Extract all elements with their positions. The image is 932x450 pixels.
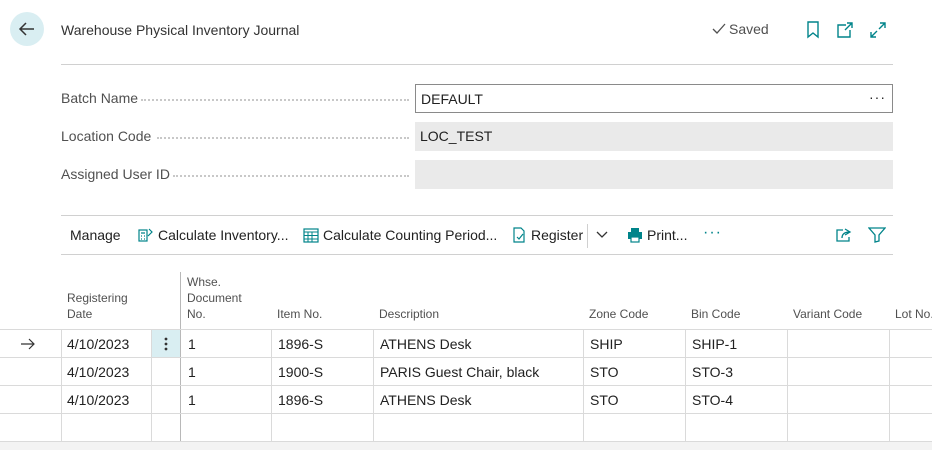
header-divider (61, 64, 893, 65)
dot-leader (141, 99, 409, 101)
action-bar-bottom-divider (61, 254, 893, 255)
open-new-window-icon (837, 22, 853, 38)
print-button[interactable]: Print... (627, 227, 687, 243)
cell-description[interactable]: PARIS Guest Chair, black (380, 364, 539, 380)
column-zone-code[interactable]: Zone Code (589, 306, 648, 322)
grid-line (583, 329, 584, 441)
assigned-user-label: Assigned User ID (61, 166, 170, 182)
calculate-inventory-button[interactable]: Calculate Inventory... (138, 227, 288, 243)
bookmark-icon (807, 21, 819, 39)
cell-whse-document-no[interactable]: 1 (188, 336, 196, 352)
column-item-no[interactable]: Item No. (277, 306, 322, 322)
filter-icon (868, 227, 886, 243)
calculate-counting-period-label: Calculate Counting Period... (323, 227, 498, 243)
printer-icon (628, 228, 642, 243)
column-bin-code[interactable]: Bin Code (691, 306, 740, 322)
cell-whse-document-no[interactable]: 1 (188, 392, 196, 408)
column-lot-no[interactable]: Lot No. (895, 306, 932, 322)
batch-name-lookup-button[interactable]: ··· (869, 89, 886, 105)
back-arrow-icon (18, 22, 34, 36)
cell-description[interactable]: ATHENS Desk (380, 392, 472, 408)
cell-bin-code[interactable]: STO-4 (692, 392, 733, 408)
cell-bin-code[interactable]: SHIP-1 (692, 336, 737, 352)
dot-leader (173, 175, 409, 177)
table-row[interactable]: 4/10/2023 1 1896-S ATHENS Desk SHIP SHIP… (0, 329, 932, 357)
assigned-user-field (415, 160, 893, 189)
batch-name-row: Batch Name DEFAULT ··· (61, 84, 893, 114)
batch-name-label: Batch Name (61, 90, 139, 106)
saved-status: Saved (712, 21, 769, 37)
manage-menu[interactable]: Manage (70, 227, 121, 243)
register-label: Register (531, 227, 584, 243)
manage-label: Manage (70, 227, 121, 243)
grid-header: Registering Date Whse. Document No. Item… (0, 270, 932, 328)
page-title: Warehouse Physical Inventory Journal (61, 22, 300, 38)
more-icon: ··· (703, 224, 722, 241)
table-row[interactable]: 4/10/2023 1 1896-S ATHENS Desk STO STO-4 (0, 385, 932, 413)
table-row[interactable]: 4/10/2023 1 1900-S PARIS Guest Chair, bl… (0, 357, 932, 385)
cell-registering-date[interactable]: 4/10/2023 (67, 392, 129, 408)
row-menu-icon (164, 337, 168, 350)
cell-zone-code[interactable]: STO (590, 392, 619, 408)
cell-description[interactable]: ATHENS Desk (380, 336, 472, 352)
batch-name-input[interactable]: DEFAULT ··· (415, 84, 893, 113)
action-bar-top-divider (61, 215, 893, 216)
calculate-counting-period-button[interactable]: Calculate Counting Period... (303, 227, 497, 243)
bookmark-button[interactable] (803, 20, 823, 40)
table-row-empty[interactable] (0, 413, 932, 441)
expand-icon (870, 22, 886, 38)
action-divider (587, 224, 588, 248)
calculate-icon (138, 228, 153, 242)
saved-label: Saved (729, 21, 769, 37)
back-button[interactable] (10, 12, 44, 46)
checkmark-icon (712, 23, 726, 34)
cell-zone-code[interactable]: STO (590, 364, 619, 380)
chevron-down-icon (596, 231, 608, 238)
batch-name-value: DEFAULT (421, 91, 483, 107)
location-code-field: LOC_TEST (415, 122, 893, 151)
grid-footer (0, 441, 932, 450)
cell-item-no[interactable]: 1896-S (278, 336, 323, 352)
register-dropdown-button[interactable] (595, 230, 609, 240)
location-code-row: Location Code LOC_TEST (61, 122, 893, 152)
share-icon (836, 228, 852, 242)
column-registering-date[interactable]: Registering Date (67, 290, 147, 322)
grid-line (889, 329, 890, 441)
cell-bin-code[interactable]: STO-3 (692, 364, 733, 380)
cell-whse-document-no[interactable]: 1 (188, 364, 196, 380)
dot-leader (157, 137, 409, 139)
cell-registering-date[interactable]: 4/10/2023 (67, 364, 129, 380)
calendar-grid-icon (303, 228, 319, 243)
cell-item-no[interactable]: 1896-S (278, 392, 323, 408)
grid-line (151, 329, 152, 441)
grid-line (373, 329, 374, 441)
location-code-value: LOC_TEST (420, 128, 493, 144)
more-actions-button[interactable]: ··· (703, 224, 722, 242)
expand-button[interactable] (868, 20, 888, 40)
calculate-inventory-label: Calculate Inventory... (158, 227, 289, 243)
cell-item-no[interactable]: 1900-S (278, 364, 323, 380)
location-code-label: Location Code (61, 128, 152, 144)
grid-line (685, 329, 686, 441)
row-arrow-icon (21, 338, 35, 350)
assigned-user-row: Assigned User ID (61, 160, 893, 190)
grid-line (61, 329, 62, 441)
register-button[interactable]: Register (511, 227, 583, 243)
print-label: Print... (647, 227, 688, 243)
open-new-window-button[interactable] (835, 20, 855, 40)
column-description[interactable]: Description (379, 306, 439, 322)
grid-line (787, 329, 788, 441)
column-variant-code[interactable]: Variant Code (793, 306, 862, 322)
grid-line (271, 329, 272, 441)
cell-registering-date[interactable]: 4/10/2023 (67, 336, 129, 352)
register-icon (513, 227, 525, 243)
row-action-menu-button[interactable] (152, 330, 180, 357)
share-button[interactable] (835, 227, 853, 243)
cell-zone-code[interactable]: SHIP (590, 336, 623, 352)
filter-button[interactable] (868, 227, 886, 243)
column-whse-document-no[interactable]: Whse. Document No. (187, 274, 257, 322)
